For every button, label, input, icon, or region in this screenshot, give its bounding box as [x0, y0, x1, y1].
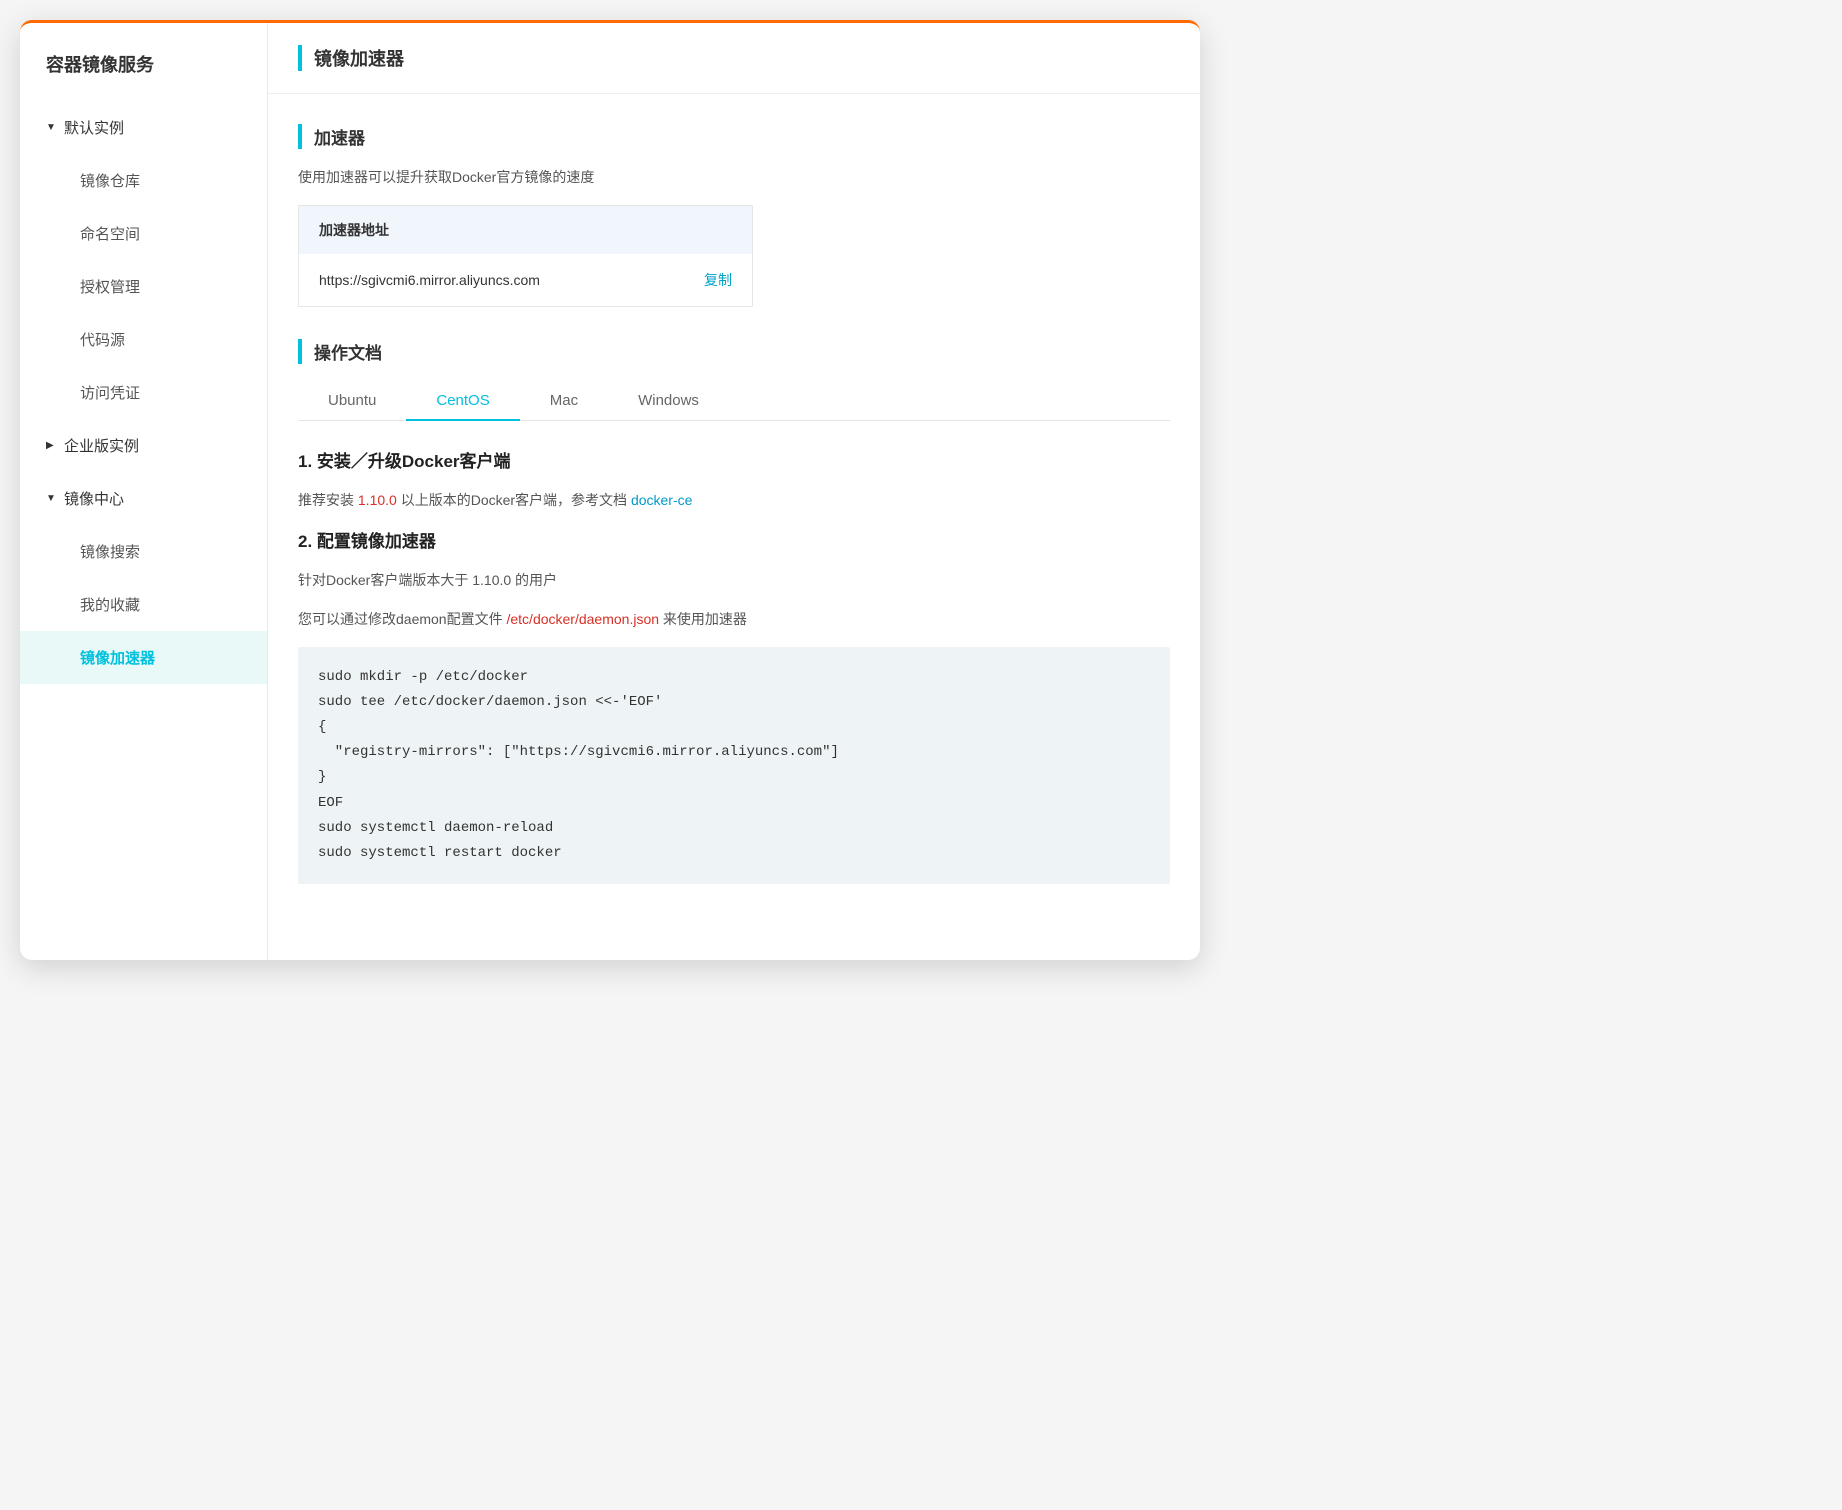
docs-section-title: 操作文档	[298, 339, 1170, 364]
step1-text-mid: 以上版本的Docker客户端，参考文档	[397, 492, 631, 508]
sidebar-item[interactable]: 镜像仓库	[20, 154, 267, 207]
caret-right-icon: ▶	[46, 440, 58, 451]
sidebar-group-label: 默认实例	[64, 117, 124, 138]
docker-ce-link[interactable]: docker-ce	[631, 492, 692, 508]
sidebar-item[interactable]: 镜像加速器	[20, 631, 267, 684]
sidebar-item[interactable]: 代码源	[20, 313, 267, 366]
step1-version: 1.10.0	[358, 492, 397, 508]
sidebar-group[interactable]: ▼ 默认实例	[20, 101, 267, 154]
caret-down-icon: ▼	[46, 493, 58, 504]
step1-title: 1. 安装／升级Docker客户端	[298, 447, 1170, 472]
app-window: 容器镜像服务 ▼ 默认实例镜像仓库命名空间授权管理代码源访问凭证 ▶ 企业版实例 ▼ 镜像…	[20, 20, 1200, 960]
tab-centos[interactable]: CentOS	[406, 382, 519, 421]
sidebar-item[interactable]: 镜像搜索	[20, 525, 267, 578]
step1-text-pre: 推荐安装	[298, 492, 358, 508]
tab-ubuntu[interactable]: Ubuntu	[298, 382, 406, 421]
step1-text: 推荐安装 1.10.0 以上版本的Docker客户端，参考文档 docker-c…	[298, 488, 1170, 513]
sidebar-nav: ▼ 默认实例镜像仓库命名空间授权管理代码源访问凭证 ▶ 企业版实例 ▼ 镜像中心镜像搜索我…	[20, 101, 267, 684]
os-tabs: UbuntuCentOSMacWindows	[298, 382, 1170, 421]
tab-windows[interactable]: Windows	[608, 382, 729, 421]
step2-line1: 针对Docker客户端版本大于 1.10.0 的用户	[298, 568, 1170, 593]
page-header: 镜像加速器	[268, 23, 1200, 94]
step2-title: 2. 配置镜像加速器	[298, 527, 1170, 552]
page-title: 镜像加速器	[298, 45, 1170, 71]
content-area: 加速器 使用加速器可以提升获取Docker官方镜像的速度 加速器地址 https…	[268, 94, 1200, 908]
sidebar-group-label: 镜像中心	[64, 488, 124, 509]
sidebar-group[interactable]: ▼ 镜像中心	[20, 472, 267, 525]
sidebar-item[interactable]: 命名空间	[20, 207, 267, 260]
sidebar-title: 容器镜像服务	[20, 41, 267, 101]
sidebar-item[interactable]: 我的收藏	[20, 578, 267, 631]
main-content: 镜像加速器 加速器 使用加速器可以提升获取Docker官方镜像的速度 加速器地址…	[268, 23, 1200, 960]
sidebar-item[interactable]: 访问凭证	[20, 366, 267, 419]
tab-mac[interactable]: Mac	[520, 382, 608, 421]
address-table-header: 加速器地址	[299, 206, 752, 254]
accelerator-address-table: 加速器地址 https://sgivcmi6.mirror.aliyuncs.c…	[298, 205, 753, 307]
accelerator-section-title: 加速器	[298, 124, 1170, 149]
accelerator-desc: 使用加速器可以提升获取Docker官方镜像的速度	[298, 167, 1170, 187]
caret-down-icon: ▼	[46, 122, 58, 133]
accelerator-address-value: https://sgivcmi6.mirror.aliyuncs.com	[319, 272, 540, 288]
sidebar: 容器镜像服务 ▼ 默认实例镜像仓库命名空间授权管理代码源访问凭证 ▶ 企业版实例 ▼ 镜像…	[20, 23, 268, 960]
step2-line2-pre: 您可以通过修改daemon配置文件	[298, 611, 506, 627]
sidebar-item[interactable]: 授权管理	[20, 260, 267, 313]
code-block[interactable]: sudo mkdir -p /etc/docker sudo tee /etc/…	[298, 647, 1170, 885]
step2-line2-post: 来使用加速器	[659, 611, 747, 627]
step2-line2: 您可以通过修改daemon配置文件 /etc/docker/daemon.jso…	[298, 607, 1170, 632]
sidebar-group-label: 企业版实例	[64, 435, 139, 456]
copy-button[interactable]: 复制	[704, 270, 732, 290]
sidebar-group[interactable]: ▶ 企业版实例	[20, 419, 267, 472]
daemon-json-path: /etc/docker/daemon.json	[506, 611, 659, 627]
address-table-row: https://sgivcmi6.mirror.aliyuncs.com 复制	[299, 254, 752, 306]
